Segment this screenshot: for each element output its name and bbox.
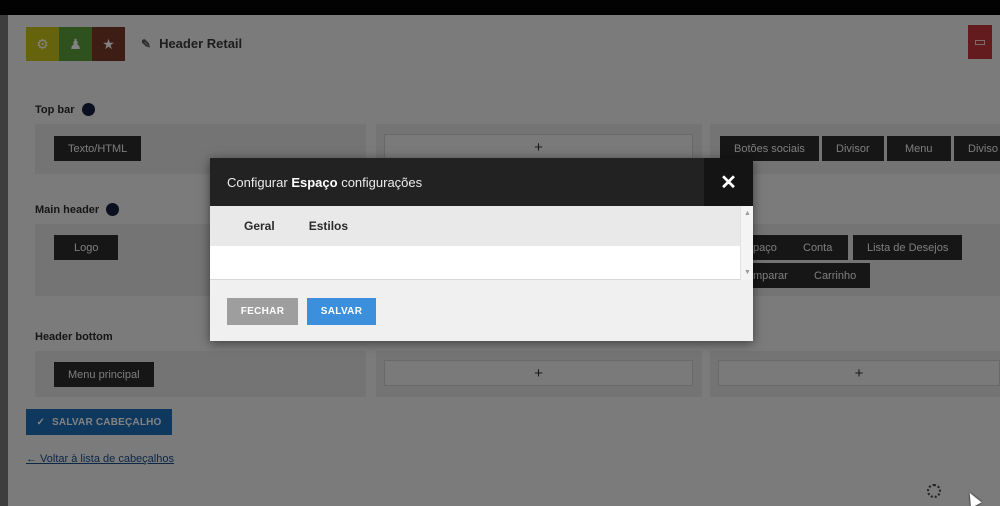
tab-estilos[interactable]: Estilos [292,219,365,233]
modal-footer: FECHAR SALVAR [210,280,753,341]
salvar-button[interactable]: SALVAR [307,298,376,325]
modal-tabs: Geral Estilos [210,206,740,246]
modal-title-bold: Espaço [291,175,338,190]
modal-scrollbar[interactable]: ▲ ▼ [740,206,753,280]
close-icon[interactable]: ✕ [704,158,753,206]
tab-geral[interactable]: Geral [210,219,292,233]
modal-body: Geral Estilos ▲ ▼ [210,206,753,280]
fechar-button[interactable]: FECHAR [227,298,298,325]
modal-title-suffix: configurações [341,175,423,190]
modal-title: Configurar Espaço configurações [227,175,422,190]
modal-title-prefix: Configurar [227,175,288,190]
scroll-up-icon[interactable]: ▲ [743,209,752,218]
configure-space-modal: Configurar Espaço configurações ✕ Geral … [210,158,753,341]
scroll-down-icon[interactable]: ▼ [743,268,752,277]
modal-header: Configurar Espaço configurações ✕ [210,158,753,206]
loading-spinner-icon [927,484,941,498]
